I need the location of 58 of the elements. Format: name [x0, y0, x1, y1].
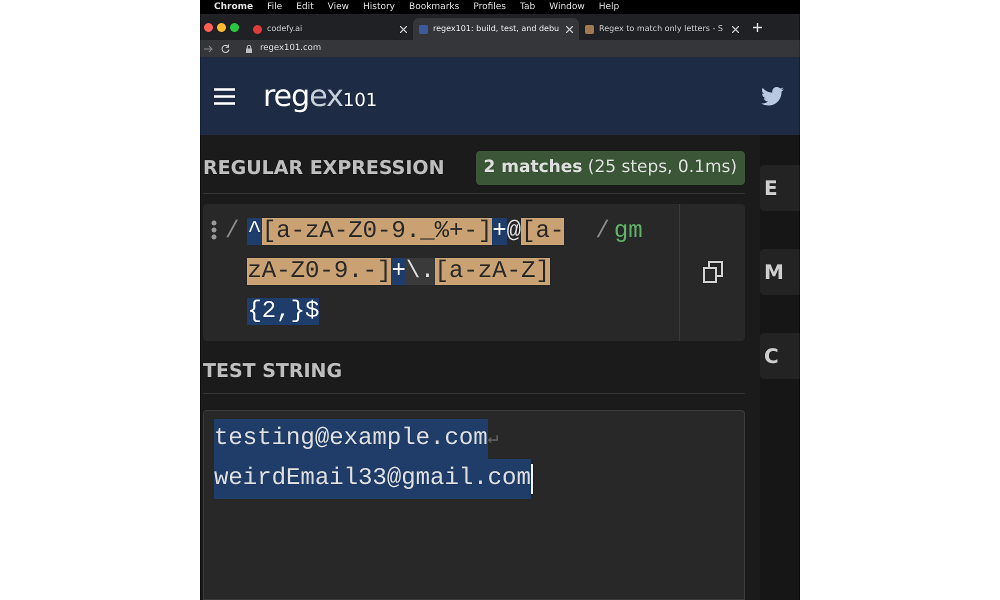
page-favicon-icon — [419, 24, 428, 34]
close-tab-icon[interactable] — [400, 26, 407, 32]
lock-icon — [246, 44, 252, 52]
page-favicon-icon — [585, 24, 594, 34]
character-class-token: [a-zA-Z0-9._%+-] — [262, 218, 492, 244]
quantifier-token: + — [391, 258, 406, 284]
maximize-window-icon[interactable] — [230, 22, 239, 32]
browser-tab[interactable]: Regex to match only letters - S — [579, 18, 745, 40]
literal-token: @ — [506, 218, 522, 244]
browser-tab[interactable]: codefy.ai — [247, 18, 413, 40]
anchor-token: ^ — [247, 218, 262, 244]
tab-title: regex101: build, test, and debu — [433, 23, 560, 35]
match-summary-badge: 2 matches (25 steps, 0.1ms) — [476, 151, 745, 184]
tab-title: Regex to match only letters - S — [599, 23, 724, 35]
tab-title: codefy.ai — [267, 23, 304, 35]
character-class-token: [a-zA-Z] — [434, 258, 550, 284]
drag-handle-icon[interactable] — [211, 220, 217, 240]
matched-text: weirdEmail33@gmail.com — [214, 459, 531, 499]
regex-delimiter: / — [595, 216, 610, 246]
section-title: TEST STRING — [203, 360, 342, 382]
matched-text: testing@example.com — [214, 419, 488, 459]
menu-item[interactable]: Tab — [520, 0, 536, 14]
menu-item[interactable]: History — [362, 0, 396, 14]
escape-token: \. — [406, 258, 435, 284]
panel-heading[interactable]: C — [760, 333, 800, 379]
url-text[interactable]: regex101.com — [260, 42, 322, 55]
line-break-marker: ↵ — [488, 428, 498, 451]
menu-item[interactable]: View — [328, 0, 349, 14]
page-favicon-icon — [253, 24, 262, 34]
bird-icon[interactable] — [761, 86, 784, 106]
quantifier-token: + — [492, 218, 507, 244]
reload-icon[interactable] — [221, 44, 230, 53]
menu-icon[interactable] — [214, 88, 235, 104]
forward-arrow-icon[interactable] — [204, 44, 213, 52]
copy-icon[interactable] — [702, 261, 722, 283]
regex-editor[interactable]: / ^[a-zA-Z0-9._%+-]+@[a-zA-Z0-9.-]+\.[a-zA-Z] {2,}$ / gm — [203, 204, 745, 340]
logo[interactable]: regex101 — [263, 74, 378, 118]
close-tab-icon[interactable] — [732, 26, 739, 32]
regex-flags[interactable]: gm — [614, 212, 643, 252]
panel-heading[interactable]: M — [760, 249, 800, 295]
menu-item[interactable]: File — [267, 0, 282, 14]
panel-heading[interactable]: E — [760, 165, 800, 211]
anchor-token: $ — [305, 298, 320, 324]
menu-item[interactable]: Edit — [296, 0, 314, 14]
menu-item[interactable]: Bookmarks — [409, 0, 460, 14]
browser-tab[interactable]: regex101: build, test, and debu — [413, 18, 579, 40]
app-menu[interactable]: Chrome — [214, 0, 254, 14]
menu-item[interactable]: Window — [549, 0, 585, 14]
regex-delimiter: / — [225, 216, 240, 246]
new-tab-icon[interactable] — [753, 22, 762, 32]
test-string-editor[interactable]: testing@example.com↵ weirdEmail33@gmail.com — [203, 410, 745, 600]
close-tab-icon[interactable] — [566, 26, 573, 32]
section-title: REGULAR EXPRESSION — [203, 156, 444, 180]
menu-item[interactable]: Help — [598, 0, 620, 14]
menu-item[interactable]: Profiles — [473, 0, 506, 14]
quantifier-token: {2,} — [247, 298, 306, 324]
minimize-window-icon[interactable] — [217, 22, 226, 32]
close-window-icon[interactable] — [204, 22, 213, 32]
